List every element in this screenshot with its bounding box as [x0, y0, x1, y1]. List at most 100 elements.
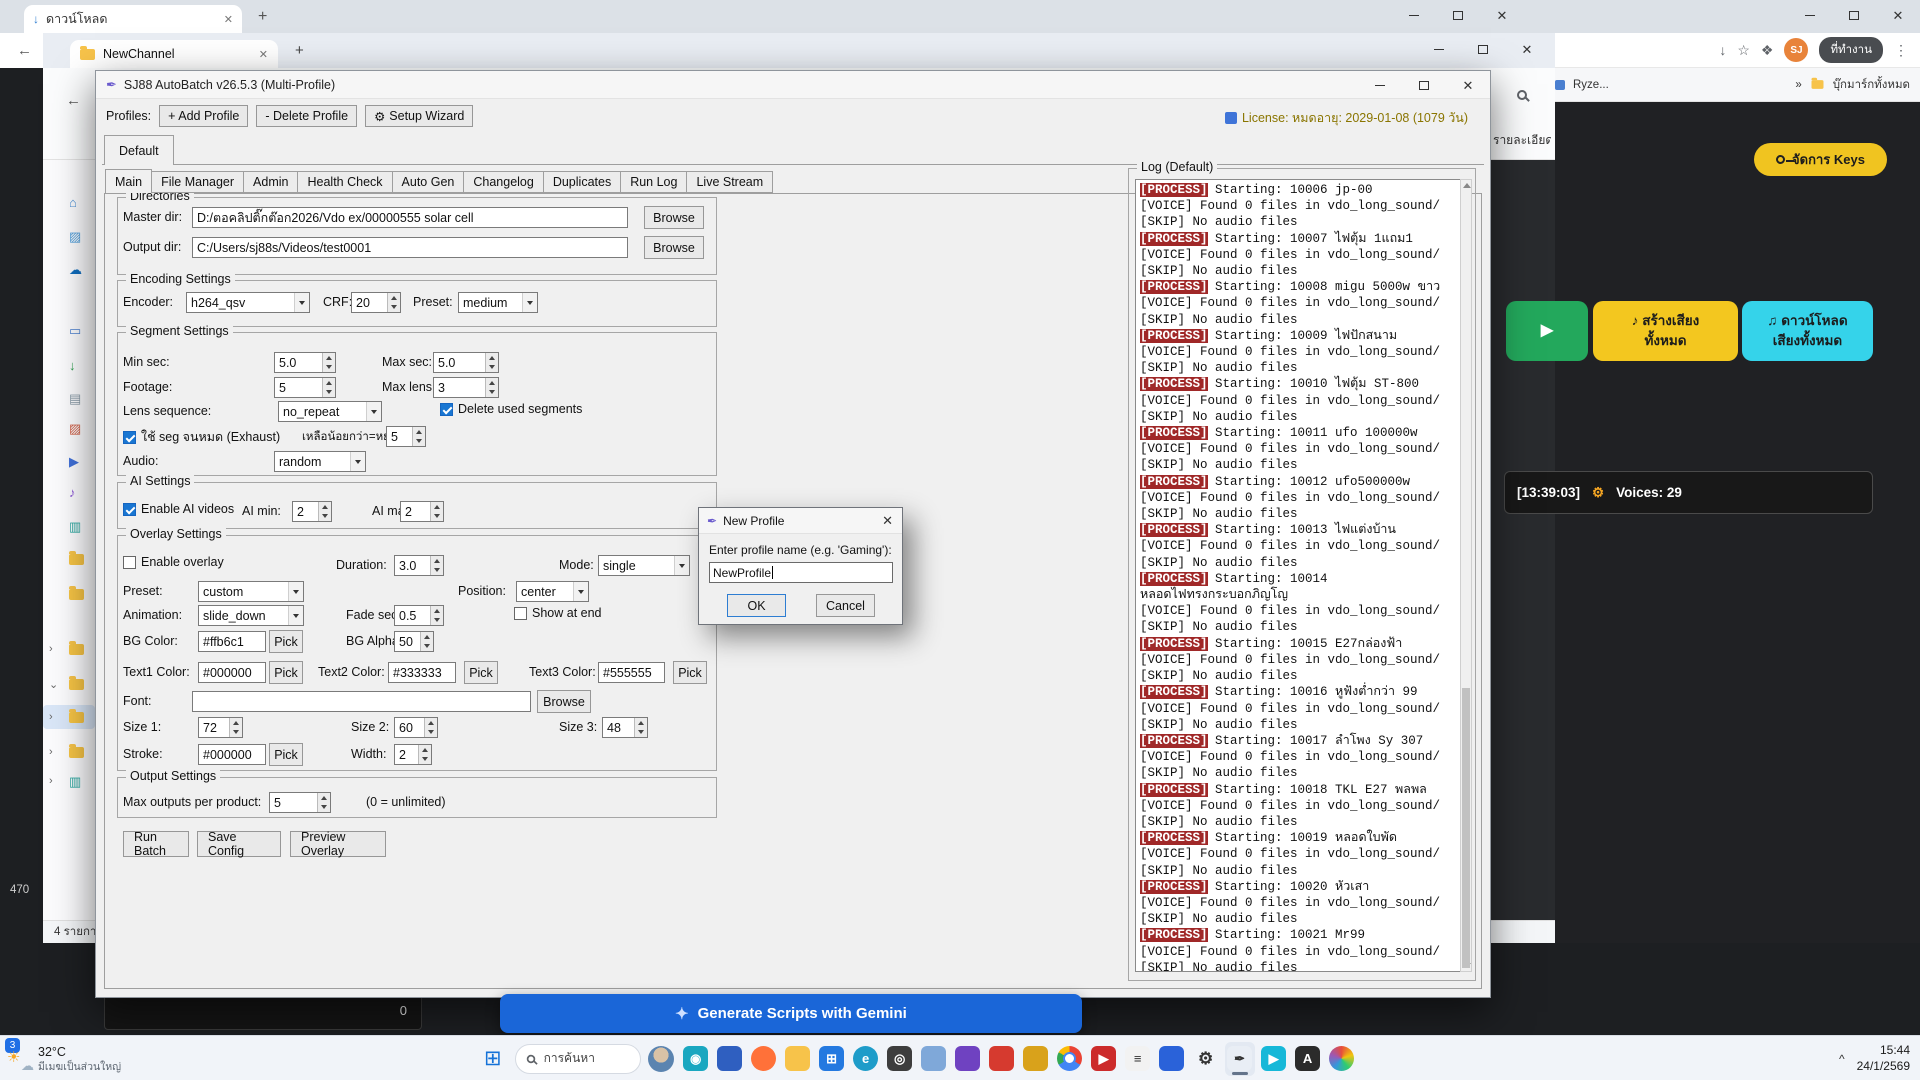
profile-name-input[interactable]: NewProfile [709, 562, 893, 583]
nav-music[interactable]: ♪ [43, 480, 95, 504]
chevron-icon[interactable]: › [49, 711, 53, 723]
nav-home[interactable]: ⌂ [43, 190, 95, 214]
master-dir-input[interactable]: D:/ตอคลิปติ๊กต๊อก2026/Vdo ex/00000555 so… [192, 207, 628, 228]
all-bookmarks-button[interactable]: บุ๊กมาร์กทั้งหมด [1833, 76, 1910, 94]
size1-spinner[interactable]: 72 [198, 717, 243, 738]
close-tab-icon[interactable]: ✕ [224, 13, 233, 26]
enable-overlay-checkbox[interactable]: Enable overlay [123, 555, 224, 569]
text2-pick-button[interactable]: Pick [464, 661, 498, 684]
nav-videos[interactable]: ▶ [43, 449, 95, 473]
download-all-sounds-button[interactable]: ♫ ดาวน์โหลด เสียงทั้งหมด [1742, 301, 1873, 361]
audio-select[interactable]: random [274, 451, 366, 472]
taskbar-icon-edge[interactable]: e [851, 1042, 881, 1076]
nav-desktop[interactable]: ▭ [43, 318, 95, 342]
tab-run-log[interactable]: Run Log [621, 171, 688, 193]
max-outputs-spinner[interactable]: 5 [269, 792, 331, 813]
taskbar-icon-notepad[interactable]: ≡ [1123, 1042, 1153, 1076]
close-button[interactable]: ✕ [1876, 0, 1920, 30]
back-icon[interactable]: ← [17, 42, 32, 59]
chevron-icon[interactable]: ⌄ [49, 678, 58, 691]
ai-max-spinner[interactable]: 2 [400, 501, 444, 522]
details-button[interactable]: รายละเอียด [1493, 131, 1551, 150]
stroke-width-spinner[interactable]: 2 [394, 744, 432, 765]
save-config-button[interactable]: Save Config [197, 830, 281, 858]
bookmark-star-icon[interactable]: ☆ [1737, 42, 1750, 59]
text1-color-input[interactable]: #000000 [198, 662, 266, 683]
maximize-button[interactable] [1402, 71, 1446, 99]
delete-used-checkbox[interactable]: Delete used segments [440, 402, 582, 416]
enable-ai-checkbox[interactable]: Enable AI videos [123, 502, 234, 516]
search-icon[interactable] [1517, 90, 1527, 100]
nav-pictures[interactable]: ▨ [43, 416, 95, 440]
tab-file-manager[interactable]: File Manager [152, 171, 245, 193]
close-button[interactable]: ✕ [1446, 71, 1490, 99]
nav-folder-1[interactable] [43, 547, 95, 571]
minimize-button[interactable] [1358, 71, 1402, 99]
tab-auto-gen[interactable]: Auto Gen [392, 171, 465, 193]
nav-onedrive[interactable]: ☁ [43, 257, 95, 281]
taskbar-icon-app-gold[interactable] [1021, 1042, 1051, 1076]
log-text[interactable]: [PROCESS] Starting: 10006 jp-00 [VOICE] F… [1135, 179, 1461, 972]
generate-scripts-gemini-button[interactable]: ✦ Generate Scripts with Gemini [500, 994, 1082, 1033]
taskbar-icon-file-explorer[interactable] [783, 1042, 813, 1076]
add-profile-button[interactable]: + Add Profile [159, 105, 249, 127]
preset-select[interactable]: medium [458, 292, 538, 313]
chevron-icon[interactable]: › [49, 746, 53, 758]
nav-tree-1[interactable]: › [43, 637, 95, 661]
profile-tab-default[interactable]: Default [104, 135, 174, 165]
footage-spinner[interactable]: 5 [274, 377, 336, 398]
maximize-button[interactable] [1436, 0, 1480, 30]
user-avatar[interactable] [647, 1045, 674, 1072]
ai-min-spinner[interactable]: 2 [292, 501, 332, 522]
mode-select[interactable]: single [598, 555, 690, 576]
nav-tree-4[interactable]: › [43, 740, 95, 764]
taskbar-icon-settings[interactable]: ⚙ [1191, 1042, 1221, 1076]
search-box[interactable]: การค้นหา [514, 1043, 641, 1074]
taskbar-icon-media-app-red[interactable]: ▶ [1089, 1042, 1119, 1076]
taskbar-icon-zoom-app[interactable]: ◉ [681, 1042, 711, 1076]
taskbar-icon-app-slate[interactable] [919, 1042, 949, 1076]
text3-pick-button[interactable]: Pick [673, 661, 707, 684]
close-tab-icon[interactable]: ✕ [259, 48, 268, 61]
nav-tree-2[interactable]: ⌄ [43, 672, 95, 696]
taskbar-icon-microsoft-store[interactable]: ⊞ [817, 1042, 847, 1076]
hidden-icons-chevron[interactable]: ^ [1839, 1052, 1845, 1066]
minimize-button[interactable] [1417, 33, 1461, 65]
max-lens-spinner[interactable]: 3 [433, 377, 499, 398]
taskbar-icon-chrome[interactable] [1055, 1042, 1085, 1076]
nav-tree-3[interactable]: › [43, 705, 95, 729]
close-button[interactable]: ✕ [1480, 0, 1524, 30]
browse-output-button[interactable]: Browse [644, 236, 704, 259]
nav-folder-2[interactable] [43, 582, 95, 606]
chevron-icon[interactable]: › [49, 643, 53, 655]
manage-keys-button[interactable]: จัดการ Keys [1754, 143, 1887, 176]
maximize-button[interactable] [1832, 0, 1876, 30]
profile-avatar[interactable]: SJ [1784, 38, 1809, 62]
menu-icon[interactable]: ⋮ [1894, 42, 1908, 59]
tab-live-stream[interactable]: Live Stream [687, 171, 774, 193]
tab-admin[interactable]: Admin [244, 171, 299, 193]
bookmark-item[interactable]: Ryze... [1573, 79, 1609, 91]
encoder-select[interactable]: h264_qsv [186, 292, 310, 313]
stroke-pick-button[interactable]: Pick [269, 743, 303, 766]
overlay-preset-select[interactable]: custom [198, 581, 304, 602]
font-input[interactable] [192, 691, 531, 712]
start-button[interactable]: ⊞ [478, 1046, 508, 1071]
nav-downloads[interactable]: ↓ [43, 353, 95, 377]
taskbar-icon-app-dark-a[interactable]: A [1293, 1042, 1323, 1076]
delete-profile-button[interactable]: - Delete Profile [256, 105, 358, 127]
preview-overlay-button[interactable]: Preview Overlay [290, 830, 386, 858]
taskbar-icon-camera-app[interactable]: ◎ [885, 1042, 915, 1076]
size3-spinner[interactable]: 48 [602, 717, 648, 738]
size2-spinner[interactable]: 60 [394, 717, 438, 738]
back-button[interactable]: ← [66, 92, 81, 109]
close-button[interactable]: ✕ [1505, 33, 1549, 65]
download-icon[interactable]: ↓ [1719, 42, 1726, 58]
animation-select[interactable]: slide_down [198, 605, 304, 626]
exhaust-checkbox[interactable]: ใช้ seg จนหมด (Exhaust) [123, 427, 280, 447]
dialog-titlebar[interactable]: ✒ New Profile ✕ [699, 508, 902, 534]
taskbar-icon-app-blue-2[interactable] [1157, 1042, 1187, 1076]
log-scrollbar[interactable] [1460, 179, 1472, 972]
duration-spinner[interactable]: 3.0 [394, 555, 444, 576]
create-all-sounds-button[interactable]: ♪ สร้างเสียง ทั้งหมด [1593, 301, 1738, 361]
